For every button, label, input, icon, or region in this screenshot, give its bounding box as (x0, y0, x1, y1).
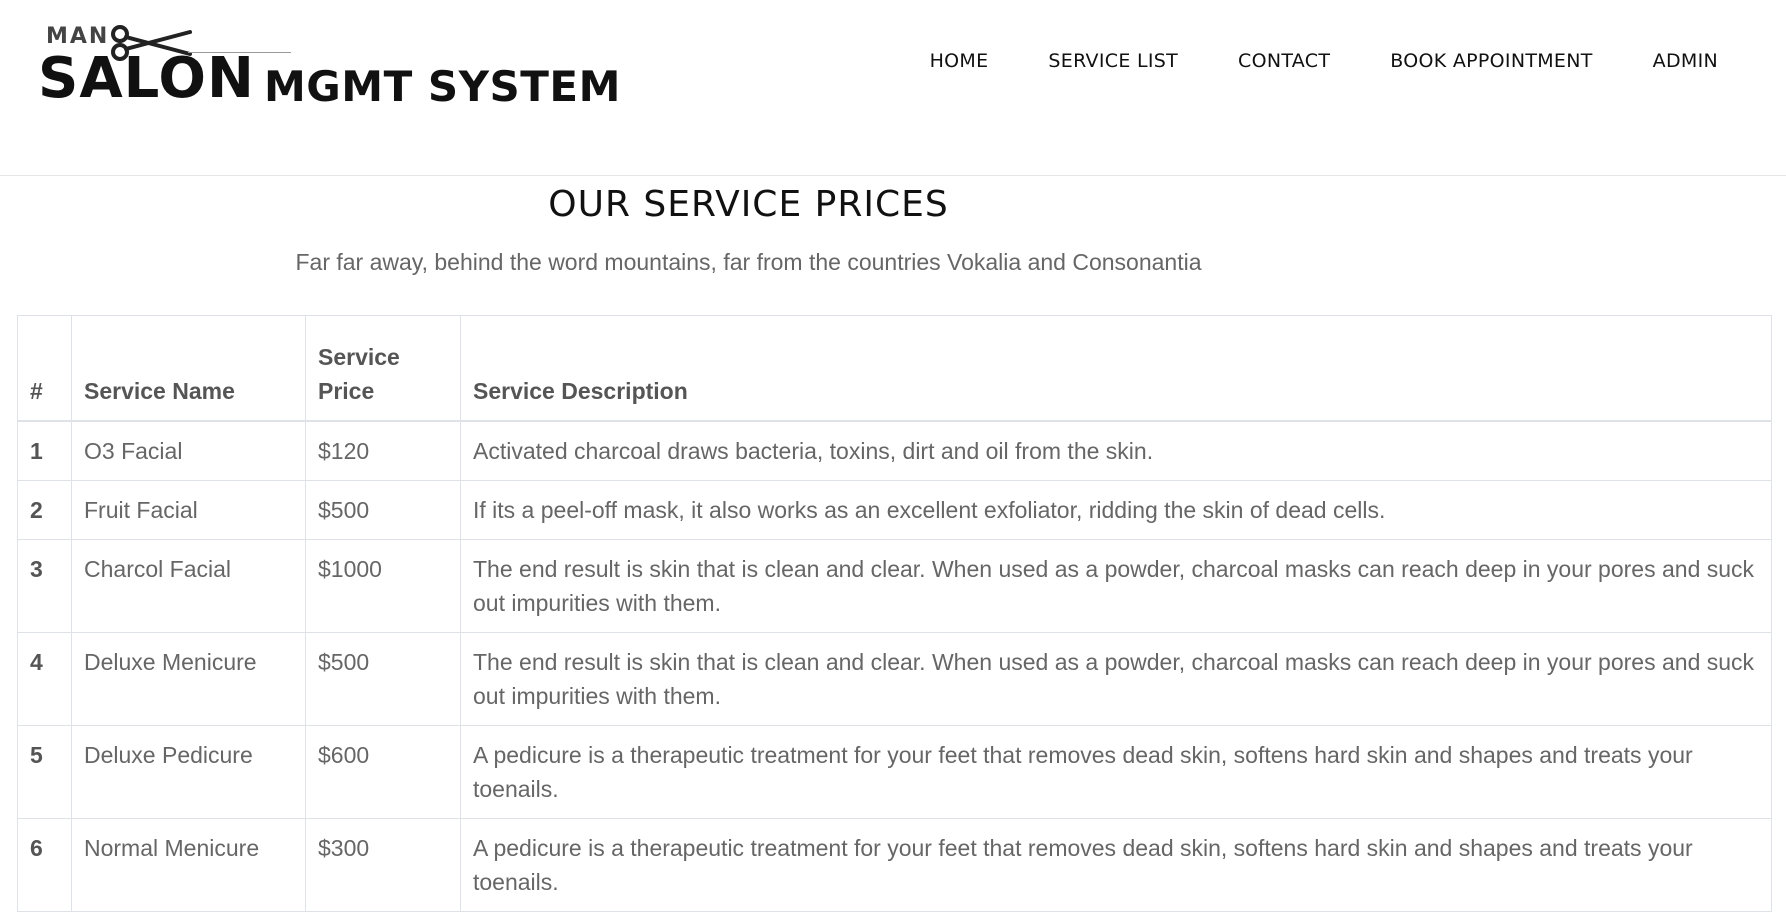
row-number: 6 (17, 818, 72, 912)
service-description: If its a peel-off mask, it also works as… (460, 480, 1772, 540)
logo-suffix-text: MGMT SYSTEM (264, 62, 621, 111)
main-nav: HOME SERVICE LIST CONTACT BOOK APPOINTME… (930, 50, 1718, 72)
service-name: Normal Menicure (71, 818, 306, 912)
nav-service-list[interactable]: SERVICE LIST (1048, 50, 1178, 72)
service-price: $500 (305, 480, 461, 540)
column-header-service-price: Service Price (305, 315, 461, 422)
table-row: 2 Fruit Facial $500 If its a peel-off ma… (17, 480, 1772, 540)
service-name: O3 Facial (71, 420, 306, 481)
service-price: $1000 (305, 539, 461, 633)
service-description: Activated charcoal draws bacteria, toxin… (460, 420, 1772, 481)
nav-contact[interactable]: CONTACT (1238, 50, 1330, 72)
row-number: 1 (17, 420, 72, 481)
page-subtitle: Far far away, behind the word mountains,… (295, 249, 1202, 275)
service-name: Deluxe Pedicure (71, 725, 306, 819)
page-title: OUR SERVICE PRICES (548, 184, 949, 225)
column-header-service-description: Service Description (460, 315, 1772, 422)
service-price: $600 (305, 725, 461, 819)
column-header-service-name: Service Name (71, 315, 306, 422)
table-row: 3 Charcol Facial $1000 The end result is… (17, 539, 1772, 633)
site-logo[interactable]: MAN SALON MGMT SYSTEM (38, 22, 621, 117)
service-description: The end result is skin that is clean and… (460, 539, 1772, 633)
services-table: # Service Name Service Price Service Des… (17, 315, 1772, 912)
service-price: $300 (305, 818, 461, 912)
table-row: 5 Deluxe Pedicure $600 A pedicure is a t… (17, 725, 1772, 819)
service-price: $120 (305, 420, 461, 481)
row-number: 5 (17, 725, 72, 819)
column-header-number: # (17, 315, 72, 422)
service-description: A pedicure is a therapeutic treatment fo… (460, 725, 1772, 819)
service-name: Deluxe Menicure (71, 632, 306, 726)
service-price: $500 (305, 632, 461, 726)
service-name: Fruit Facial (71, 480, 306, 540)
nav-home[interactable]: HOME (930, 50, 989, 72)
table-row: 6 Normal Menicure $300 A pedicure is a t… (17, 818, 1772, 912)
service-name: Charcol Facial (71, 539, 306, 633)
service-description: The end result is skin that is clean and… (460, 632, 1772, 726)
nav-book-appointment[interactable]: BOOK APPOINTMENT (1390, 50, 1592, 72)
services-table-container: # Service Name Service Price Service Des… (17, 315, 1772, 912)
row-number: 4 (17, 632, 72, 726)
logo-main-text: SALON (38, 46, 255, 111)
nav-admin[interactable]: ADMIN (1653, 50, 1718, 72)
table-row: 1 O3 Facial $120 Activated charcoal draw… (17, 420, 1772, 481)
row-number: 3 (17, 539, 72, 633)
row-number: 2 (17, 480, 72, 540)
table-row: 4 Deluxe Menicure $500 The end result is… (17, 632, 1772, 726)
service-description: A pedicure is a therapeutic treatment fo… (460, 818, 1772, 912)
table-header-row: # Service Name Service Price Service Des… (17, 315, 1772, 422)
site-header: MAN SALON MGMT SYSTEM HOME SERVICE LIST … (0, 0, 1786, 176)
